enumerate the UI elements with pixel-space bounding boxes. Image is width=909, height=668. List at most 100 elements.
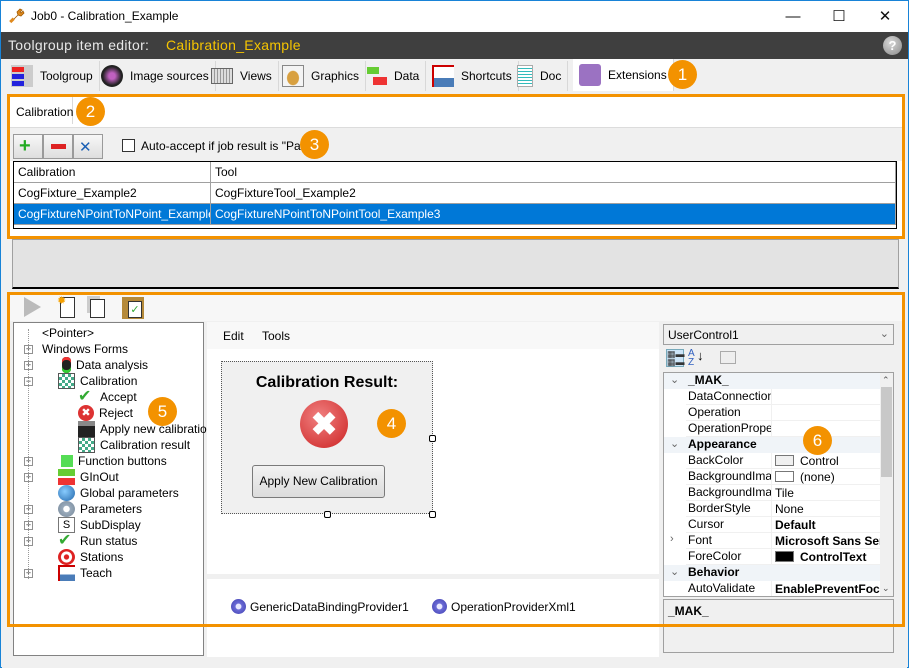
property-value[interactable]: Microsoft Sans Serif	[772, 533, 881, 549]
property-value[interactable]: None	[772, 501, 881, 517]
tree-item[interactable]: ✔ Accept	[78, 389, 137, 405]
property-row[interactable]: › Font Microsoft Sans Serif	[664, 533, 881, 549]
tree-item[interactable]: Windows Forms	[42, 341, 128, 357]
tree-item[interactable]: GInOut	[58, 469, 119, 485]
maximize-button[interactable]: ☐	[816, 1, 862, 31]
property-row[interactable]: DataConnection	[664, 389, 881, 405]
tree-item[interactable]: ✔ Run status	[58, 533, 137, 549]
menu-edit[interactable]: Edit	[223, 329, 244, 343]
tree-item[interactable]: Calibration result	[78, 437, 190, 453]
cell-tool: CogFixtureTool_Example2	[211, 183, 896, 204]
remove-button[interactable]	[43, 134, 73, 159]
property-value[interactable]: Default	[772, 517, 881, 533]
tab-graphics[interactable]: Graphics	[276, 61, 367, 91]
apply-new-calibration-button[interactable]: Apply New Calibration	[252, 465, 385, 498]
column-header-tool[interactable]: Tool	[211, 162, 896, 183]
property-row[interactable]: ForeColor ControlText	[664, 549, 881, 565]
tab-doc[interactable]: Doc	[511, 61, 569, 91]
property-value[interactable]: EnablePreventFocusChange	[772, 581, 881, 596]
object-selector[interactable]: UserControl1 ⌄	[663, 324, 894, 345]
property-category[interactable]: ⌄ _MAK_	[664, 373, 881, 389]
add-button[interactable]: +	[13, 134, 43, 159]
table-row[interactable]: CogFixture_Example2 CogFixtureTool_Examp…	[14, 183, 896, 204]
component-generic-data-binding-provider[interactable]: GenericDataBindingProvider1	[231, 599, 409, 614]
tab-image-sources[interactable]: Image sources	[95, 61, 216, 91]
chevron-down-icon[interactable]: ⌄	[670, 565, 679, 578]
chevron-right-icon[interactable]: ›	[670, 533, 674, 545]
property-value[interactable]	[772, 389, 881, 405]
table-row-selected[interactable]: CogFixtureNPointToNPoint_Example3 CogFix…	[14, 204, 896, 225]
tab-data[interactable]: Data	[359, 61, 427, 91]
property-row[interactable]: BackgroundImage (none)	[664, 469, 881, 485]
tree-item[interactable]: Teach	[58, 565, 112, 581]
tree-item[interactable]: Parameters	[58, 501, 142, 517]
property-value-text: EnablePreventFocusChange	[775, 581, 881, 596]
property-row[interactable]: OperationProperty	[664, 421, 881, 437]
tab-toolgroup[interactable]: Toolgroup	[5, 61, 100, 91]
user-control[interactable]: Calibration Result: ✖ Apply New Calibrat…	[221, 361, 436, 518]
property-pages-icon[interactable]	[720, 351, 736, 364]
tree-item[interactable]: Calibration	[58, 373, 137, 389]
close-button[interactable]: ✕	[862, 1, 908, 31]
sort-alphabetical-icon[interactable]: A Z ↓	[688, 349, 704, 368]
tab-views[interactable]: Views	[205, 61, 279, 91]
toolgroup-icon	[11, 65, 33, 87]
property-row[interactable]: Operation	[664, 405, 881, 421]
property-row[interactable]: BorderStyle None	[664, 501, 881, 517]
subtab-calibration[interactable]: Calibration	[10, 97, 73, 124]
property-value[interactable]	[772, 405, 881, 421]
auto-accept-checkbox[interactable]	[122, 139, 135, 152]
minimize-button[interactable]: —	[770, 1, 816, 31]
configure-button[interactable]: ✕	[73, 134, 103, 159]
property-value[interactable]: Tile	[772, 485, 881, 501]
tree-item[interactable]: Data analysis	[58, 357, 148, 373]
menu-tools[interactable]: Tools	[262, 329, 290, 343]
tree-item[interactable]: Stations	[58, 549, 123, 565]
property-description: _MAK_	[663, 599, 894, 653]
copy-file-icon[interactable]	[90, 299, 105, 318]
property-row[interactable]: BackColor Control	[664, 453, 881, 469]
property-row[interactable]: BackgroundImageLayoutTile	[664, 485, 881, 501]
property-value[interactable]: ControlText	[772, 549, 881, 565]
property-value[interactable]: Control	[772, 453, 881, 469]
extensions-puzzle-icon	[579, 64, 601, 86]
toolbox-tree: <Pointer> + Windows Forms + Data analysis − Ca…	[13, 322, 213, 656]
help-icon[interactable]: ?	[883, 36, 902, 55]
color-swatch	[775, 471, 794, 482]
column-header-calibration[interactable]: Calibration	[14, 162, 211, 183]
tree-item[interactable]: <Pointer>	[42, 325, 94, 341]
globe-icon	[58, 485, 75, 501]
categorized-icon[interactable]: ▦▬ ▦▬	[666, 349, 685, 367]
target-icon	[58, 549, 75, 565]
resize-handle[interactable]	[429, 435, 436, 442]
property-value[interactable]: (none)	[772, 469, 881, 485]
tree-item[interactable]: Apply new calibration	[78, 421, 213, 437]
tree-item[interactable]: Global parameters	[58, 485, 179, 501]
graphics-palette-icon	[282, 65, 304, 87]
component-operation-provider-xml[interactable]: OperationProviderXml1	[432, 599, 576, 614]
tab-shortcuts[interactable]: Shortcuts	[426, 61, 519, 91]
wrench-icon	[9, 8, 25, 24]
designer-menu-bar: Edit Tools	[207, 322, 659, 349]
chevron-down-icon[interactable]: ⌄	[670, 373, 679, 386]
reject-icon: ✖	[300, 400, 348, 448]
annotation-badge: 2	[76, 97, 105, 126]
new-file-icon[interactable]: ✹	[57, 295, 75, 318]
checkmark-icon: ✔	[58, 532, 72, 549]
tree-item[interactable]: S SubDisplay	[58, 517, 141, 533]
property-row[interactable]: AutoValidateEnablePreventFocusChange	[664, 581, 881, 596]
property-name: _MAK_	[688, 373, 729, 387]
property-category[interactable]: ⌄ Appearance	[664, 437, 881, 453]
property-row[interactable]: Cursor Default	[664, 517, 881, 533]
tree-item[interactable]: ✖ Reject	[78, 405, 133, 421]
property-scrollbar[interactable]: ⌃ ⌄	[880, 373, 893, 596]
run-icon[interactable]	[24, 297, 41, 317]
resize-handle[interactable]	[429, 511, 436, 518]
property-category[interactable]: ⌄ Behavior	[664, 565, 881, 581]
validate-file-icon[interactable]: ✓	[122, 297, 144, 319]
resize-handle[interactable]	[324, 511, 331, 518]
tab-extensions[interactable]: Extensions	[573, 59, 674, 91]
tab-label: Views	[240, 69, 272, 83]
tree-item[interactable]: Function buttons	[58, 453, 167, 469]
chevron-down-icon[interactable]: ⌄	[670, 437, 679, 450]
